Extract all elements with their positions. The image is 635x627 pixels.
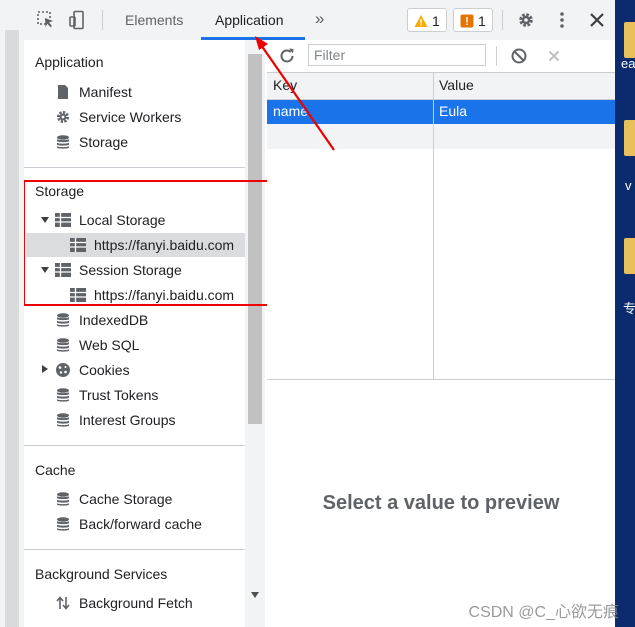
storage-main-pane: Key Value name Eula Select a value to pr…: [267, 40, 615, 627]
sidebar-item-background-fetch[interactable]: Background Fetch: [55, 593, 193, 613]
section-divider: [24, 549, 245, 550]
issues-count: 1: [478, 13, 486, 29]
more-tabs-button[interactable]: »: [315, 9, 324, 29]
toolbar-separator: [102, 10, 103, 30]
database-icon: [55, 412, 71, 428]
warnings-count: 1: [432, 13, 440, 29]
sidebar-item-storage-overview[interactable]: Storage: [55, 132, 128, 152]
devtools-toolbar: Elements Application » 1 1: [24, 0, 615, 41]
database-icon: [55, 312, 71, 328]
tab-application[interactable]: Application: [215, 12, 284, 28]
table-row-empty[interactable]: [267, 124, 615, 149]
section-divider: [24, 167, 245, 168]
filter-toolbar: [267, 40, 615, 73]
device-toolbar-icon[interactable]: [68, 10, 88, 30]
split-divider[interactable]: [267, 379, 615, 380]
sidebar-item-label: Back/forward cache: [79, 516, 202, 532]
desktop-label: 专: [623, 301, 635, 316]
database-icon: [55, 134, 71, 150]
database-icon: [55, 337, 71, 353]
sidebar-item-back-forward-cache[interactable]: Back/forward cache: [55, 514, 202, 534]
clear-all-icon[interactable]: [509, 46, 529, 66]
sidebar-item-service-workers[interactable]: Service Workers: [55, 107, 181, 127]
close-icon[interactable]: [587, 10, 607, 30]
document-icon: [55, 84, 71, 100]
filter-input[interactable]: [308, 44, 486, 66]
watermark-text: CSDN @C_心欲无痕: [468, 604, 619, 621]
sidebar-item-label: Web SQL: [79, 337, 140, 353]
sidebar-item-label: Interest Groups: [79, 412, 176, 428]
tab-elements[interactable]: Elements: [125, 12, 183, 28]
column-header-value[interactable]: Value: [439, 77, 474, 93]
sidebar-item-label: Service Workers: [79, 109, 182, 125]
sidebar-item-interest-groups[interactable]: Interest Groups: [55, 410, 176, 430]
sidebar-item-label: Storage: [79, 134, 129, 150]
sidebar-item-label: Cookies: [79, 362, 130, 378]
sidebar-item-web-sql[interactable]: Web SQL: [55, 335, 139, 355]
cookie-icon: [55, 362, 71, 378]
sidebar-item-cache-storage[interactable]: Cache Storage: [55, 489, 172, 509]
sidebar-item-indexeddb[interactable]: IndexedDB: [55, 310, 148, 330]
sidebar-item-label: Cache Storage: [79, 491, 173, 507]
outer-window-strip: [0, 0, 24, 627]
sidebar-item-manifest[interactable]: Manifest: [55, 82, 132, 102]
settings-gear-icon[interactable]: [516, 10, 536, 30]
desktop-label: v: [625, 178, 632, 193]
up-down-arrows-icon: [55, 595, 71, 611]
sidebar-item-label: Background Fetch: [79, 595, 193, 611]
column-header-key[interactable]: Key: [273, 77, 297, 93]
gear-icon: [55, 109, 71, 125]
sidebar-item-label: Trust Tokens: [79, 387, 159, 403]
toolbar-separator: [496, 46, 497, 66]
more-options-icon[interactable]: [552, 10, 572, 30]
desktop-background: eac v 专: [615, 0, 635, 627]
application-sidebar: Application Manifest Service Workers Sto…: [24, 40, 268, 627]
issue-icon: [460, 11, 474, 28]
refresh-icon[interactable]: [277, 46, 297, 66]
sidebar-item-trust-tokens[interactable]: Trust Tokens: [55, 385, 158, 405]
database-icon: [55, 491, 71, 507]
column-separator[interactable]: [433, 73, 434, 379]
toolbar-separator: [502, 10, 503, 30]
scroll-down-arrow-icon[interactable]: [251, 592, 259, 598]
issues-badge[interactable]: 1: [453, 8, 493, 32]
preview-placeholder: Select a value to preview: [322, 492, 560, 514]
sidebar-item-label: Manifest: [79, 84, 132, 100]
section-title-cache: Cache: [35, 462, 76, 478]
outer-scrollbar: [5, 30, 19, 627]
warning-icon: [414, 11, 428, 27]
delete-selected-icon[interactable]: [544, 46, 564, 66]
desktop-folder-icon[interactable]: [624, 238, 635, 274]
inspect-element-icon[interactable]: [36, 10, 56, 30]
section-title-background-services: Background Services: [35, 566, 168, 582]
table-header: Key Value: [267, 73, 615, 100]
sidebar-item-label: IndexedDB: [79, 312, 149, 328]
desktop-folder-icon[interactable]: [624, 22, 635, 58]
section-title-application: Application: [35, 54, 104, 70]
table-row[interactable]: name Eula: [267, 100, 615, 124]
database-icon: [55, 516, 71, 532]
collapse-triangle-icon[interactable]: [42, 365, 48, 373]
database-icon: [55, 387, 71, 403]
sidebar-item-cookies[interactable]: Cookies: [55, 360, 130, 380]
annotation-highlight-box: [24, 180, 267, 306]
devtools-panel: Elements Application » 1 1 Application M…: [24, 0, 615, 627]
desktop-folder-icon[interactable]: [624, 120, 635, 156]
section-divider: [24, 445, 245, 446]
desktop-label: eac: [621, 56, 635, 71]
cell-value: Eula: [439, 103, 468, 119]
warnings-badge[interactable]: 1: [407, 8, 447, 32]
cell-key: name: [273, 103, 309, 119]
